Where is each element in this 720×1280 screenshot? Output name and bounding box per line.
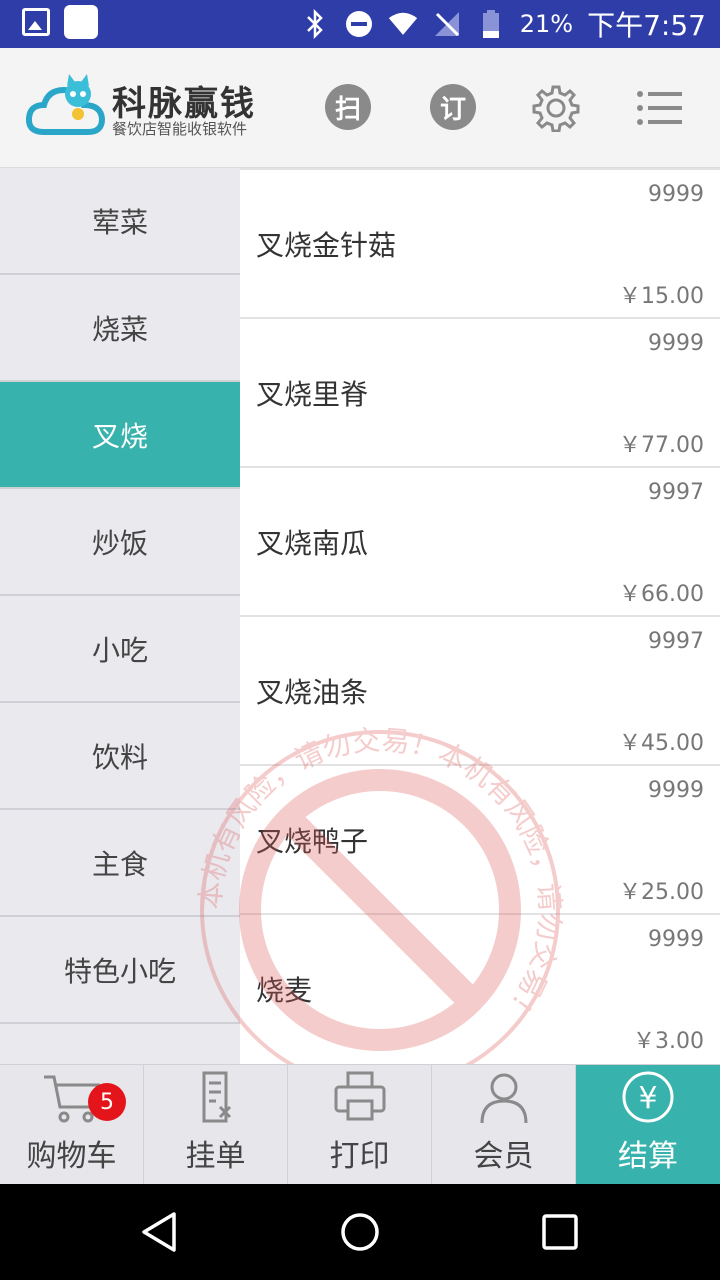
dish-name: 烧麦 [256,974,313,1007]
category-item[interactable]: 特色小吃 [0,917,240,1024]
dish-stock: 9997 [648,480,704,505]
dish-price: ￥25.00 [619,880,704,905]
dish-price: ￥66.00 [619,582,704,607]
system-navigation-bar [0,1184,720,1280]
app-notification-icon [64,5,98,39]
dish-item[interactable]: 9999 叉烧里脊 ￥77.00 [240,317,720,466]
category-item[interactable]: 主食 [0,810,240,917]
category-item[interactable]: 烧菜 [0,275,240,382]
order-button[interactable]: 订 [430,84,476,130]
app-header: 科脉赢钱 餐饮店智能收银软件 扫 订 [0,48,720,168]
dish-price: ￥45.00 [619,731,704,756]
home-circle-icon[interactable] [336,1208,384,1256]
dish-item[interactable]: 9997 叉烧油条 ￥45.00 [240,615,720,764]
clock: 下午7:57 [587,9,706,42]
cart-count-badge: 5 [88,1083,126,1121]
dish-price: ￥15.00 [619,284,704,309]
dish-price: ￥77.00 [619,433,704,458]
do-not-disturb-icon [344,9,374,39]
dish-item[interactable]: 9999 烧麦 ￥3.00 [240,913,720,1062]
battery-icon [476,9,506,39]
dish-name: 叉烧南瓜 [256,527,369,560]
dish-stock: 9999 [648,778,704,803]
tab-member-label: 会员 [473,1139,534,1174]
category-item-active[interactable]: 叉烧 [0,382,240,489]
tab-checkout[interactable]: ¥ 结算 [576,1065,720,1185]
status-bar: 21% 下午7:57 [0,0,720,48]
tab-hold-order[interactable]: 挂单 [144,1065,288,1185]
tab-cart-label: 购物车 [26,1139,117,1174]
printer-icon [334,1071,385,1121]
tab-print-label: 打印 [329,1139,390,1174]
dish-name: 叉烧油条 [256,676,369,709]
settings-gear-icon[interactable] [532,84,580,132]
tab-member[interactable]: 会员 [432,1065,576,1185]
tab-print[interactable]: 打印 [288,1065,432,1185]
tab-hold-order-label: 挂单 [185,1139,246,1174]
dish-stock: 9999 [648,927,704,952]
member-user-icon [480,1073,527,1124]
category-sidebar: 荤菜 烧菜 叉烧 炒饭 小吃 饮料 主食 特色小吃 [0,168,240,1064]
dish-stock: 9999 [648,331,704,356]
bluetooth-icon [300,9,330,39]
dish-item[interactable]: 9999 叉烧鸭子 ￥25.00 [240,764,720,913]
checkout-symbol: ¥ [638,1081,657,1116]
tab-checkout-label: 结算 [618,1139,678,1174]
category-item[interactable]: 荤菜 [0,168,240,275]
dish-stock: 9999 [648,182,704,207]
dish-name: 叉烧里脊 [256,378,369,411]
dish-price: ￥3.00 [633,1029,704,1054]
no-signal-icon [432,9,462,39]
recent-apps-square-icon[interactable] [536,1208,584,1256]
back-triangle-icon[interactable] [136,1208,184,1256]
cloud-cat-logo-icon [26,74,106,135]
battery-percent: 21% [519,10,574,38]
list-menu-icon[interactable] [636,88,684,128]
wifi-icon [388,9,418,39]
category-item[interactable]: 炒饭 [0,489,240,596]
scan-button[interactable]: 扫 [325,84,371,130]
hold-order-note-icon [202,1071,231,1123]
category-item[interactable]: 饮料 [0,703,240,810]
dish-stock: 9997 [648,629,704,654]
dish-item[interactable]: 9999 叉烧金针菇 ￥15.00 [240,168,720,317]
category-item[interactable]: 小吃 [0,596,240,703]
tab-cart[interactable]: 5 购物车 [0,1065,144,1185]
dish-name: 叉烧鸭子 [256,825,369,858]
bottom-tab-bar: 5 购物车 挂单 打印 会员 ¥ 结算 [0,1064,720,1185]
dish-name: 叉烧金针菇 [256,229,397,262]
yen-coin-icon: ¥ [622,1071,674,1123]
dish-item[interactable]: 9997 叉烧南瓜 ￥66.00 [240,466,720,615]
dish-list: 9999 叉烧金针菇 ￥15.00 9999 叉烧里脊 ￥77.00 9997 … [240,168,720,1064]
gallery-notification-icon [22,8,50,36]
brand-subtitle: 餐饮店智能收银软件 [112,120,248,138]
